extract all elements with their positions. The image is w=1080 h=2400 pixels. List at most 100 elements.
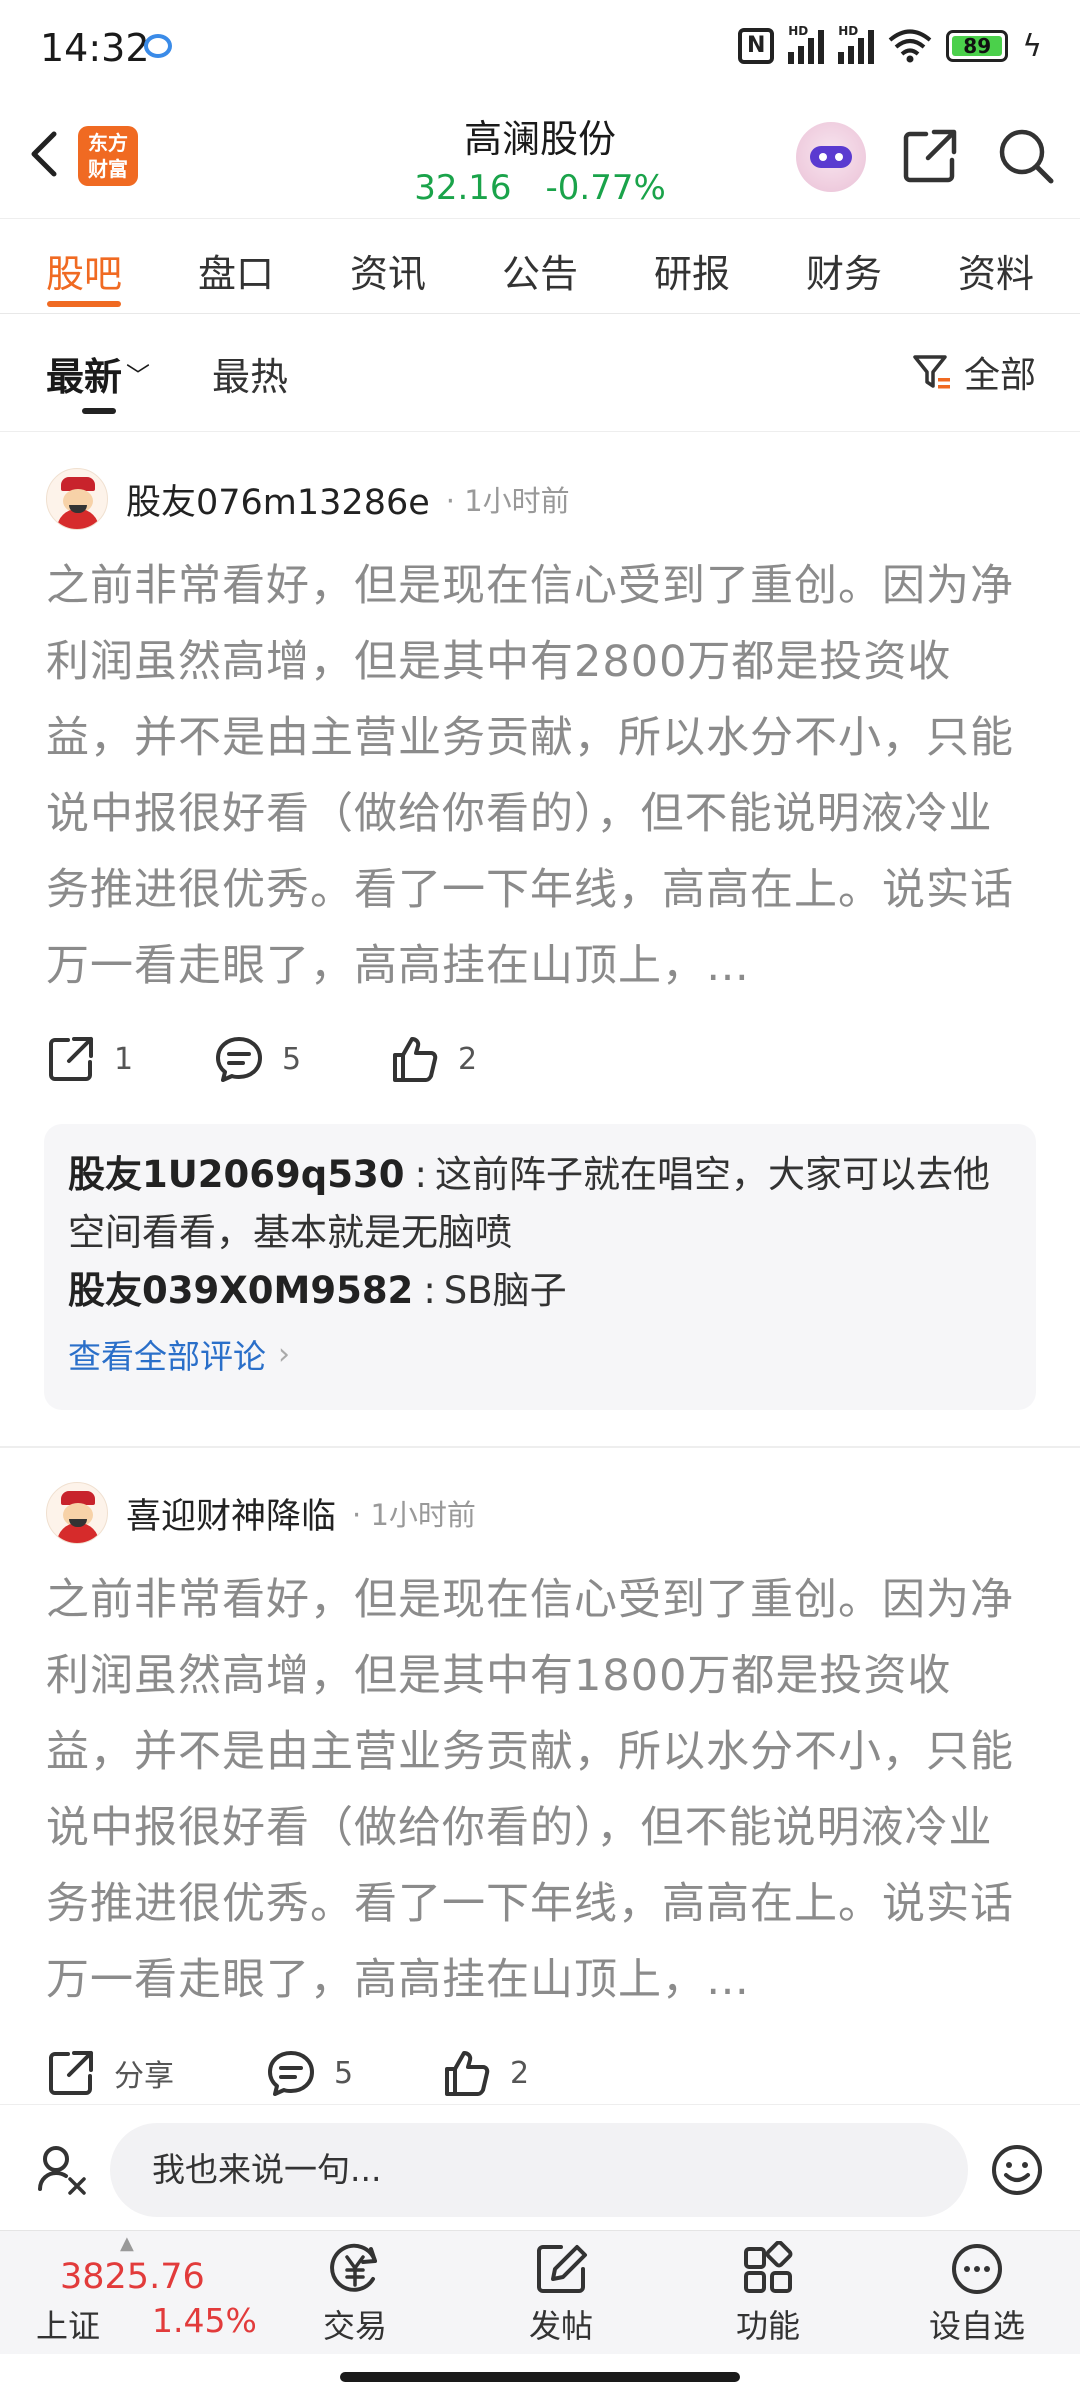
trade-icon (330, 2243, 377, 2292)
comment-separator: : (423, 1269, 436, 1312)
tab-finance[interactable]: 财务 (774, 219, 914, 313)
like-action[interactable]: 2 (442, 2048, 529, 2098)
tab-research[interactable]: 研报 (622, 219, 762, 313)
comment-count: 5 (282, 1041, 302, 1077)
nav-label: 交易 (322, 2307, 387, 2345)
tab-guba[interactable]: 股吧 (14, 219, 154, 313)
comments-preview: 股友1U2069q530: 这前阵子就在唱空，大家可以去他空间看看，基本就是无脑喷… (44, 1124, 1036, 1410)
comment-input[interactable]: 我也来说一句... (110, 2123, 968, 2217)
comment-input-bar: 我也来说一句... (0, 2104, 1080, 2230)
comment-action[interactable]: 5 (214, 1034, 390, 1084)
post-username[interactable]: 股友076m13286e (126, 474, 430, 525)
stock-change: -0.77% (545, 168, 666, 208)
thumbs-up-icon (393, 1037, 438, 1082)
comment-author[interactable]: 股友039X0M9582 (68, 1269, 413, 1312)
charging-icon: ϟ (1022, 28, 1042, 64)
comment-icon (216, 1037, 262, 1082)
battery-icon: 89 (946, 30, 1009, 62)
sort-bar: 最新 ﹀ 最热 全部 (0, 314, 1080, 432)
nav-trade[interactable]: 交易 (290, 2241, 420, 2347)
comment-separator: : (414, 1153, 427, 1196)
stock-price: 32.16 (414, 168, 512, 208)
share-action[interactable]: 分享 (46, 2048, 266, 2098)
share-icon (49, 1037, 93, 1081)
view-all-comments-link[interactable]: 查看全部评论 › (68, 1330, 1012, 1378)
index-change: 1.45% (152, 2301, 257, 2340)
wifi-icon (888, 29, 932, 63)
index-value: 3825.76 (60, 2257, 205, 2297)
status-bar: 14:32 N HD HD 89 ϟ (0, 0, 1080, 98)
home-indicator[interactable] (340, 2372, 740, 2382)
post-actions: 1 5 2 (46, 1034, 477, 1084)
status-icons: N HD HD 89 ϟ (738, 24, 1042, 64)
sort-latest[interactable]: 最新 ﹀ (46, 346, 150, 401)
comment-item[interactable]: 股友039X0M9582: SB脑子 (68, 1262, 1012, 1320)
sort-hot[interactable]: 最热 (212, 346, 288, 401)
post-divider (0, 1446, 1080, 1448)
index-name: 上证 (36, 2307, 101, 2345)
post-username[interactable]: 喜迎财神降临 (126, 1488, 336, 1539)
post-time-text: 1小时前 (370, 1498, 476, 1532)
share-action[interactable]: 1 (46, 1034, 214, 1084)
post-body[interactable]: 之前非常看好，但是现在信心受到了重创。因为净利润虽然高增，但是其中有2800万都… (46, 548, 1036, 1004)
comment-text: SB脑子 (443, 1269, 567, 1312)
nav-label: 发帖 (528, 2307, 593, 2345)
tab-announcements[interactable]: 公告 (470, 219, 610, 313)
view-all-label: 查看全部评论 (68, 1337, 266, 1376)
comment-action[interactable]: 5 (266, 2048, 442, 2098)
sort-indicator (82, 408, 116, 414)
nav-label: 功能 (735, 2307, 800, 2345)
chevron-down-icon: ﹀ (126, 362, 151, 390)
post-time-text: 1小时前 (464, 484, 570, 518)
share-count: 1 (114, 1041, 134, 1077)
post-header: 股友076m13286e · 1小时前 (46, 464, 570, 534)
nav-label: 设自选 (928, 2307, 1025, 2345)
emoji-icon[interactable] (990, 2143, 1044, 2197)
post-time: · 1小时前 (352, 1498, 476, 1532)
edit-icon (537, 2245, 587, 2293)
more-icon (952, 2244, 1002, 2294)
avatar[interactable] (46, 1482, 108, 1544)
nav-watchlist[interactable]: 设自选 (912, 2241, 1042, 2347)
post-time: · 1小时前 (445, 484, 570, 518)
nfc-icon: N (738, 28, 775, 64)
comment-icon (268, 2051, 314, 2096)
sort-latest-label: 最新 (46, 355, 123, 399)
comment-author[interactable]: 股友1U2069q530 (68, 1153, 405, 1196)
tab-profile[interactable]: 资料 (926, 219, 1066, 313)
notification-icon (144, 34, 172, 58)
tab-bar: 股吧 盘口 资讯 公告 研报 财务 资料 (0, 218, 1080, 314)
tab-pankou[interactable]: 盘口 (166, 219, 306, 313)
status-time: 14:32 (40, 26, 150, 70)
bottom-nav: ▲ 3825.76 上证 1.45% 交易 发帖 功能 设自选 (0, 2230, 1080, 2354)
nav-functions[interactable]: 功能 (703, 2241, 833, 2347)
filter-label: 全部 (963, 355, 1036, 396)
filter-icon (913, 355, 950, 389)
signal-icon: HD (838, 24, 875, 64)
signal-icon: HD (788, 24, 825, 64)
avatar[interactable] (46, 468, 108, 530)
share-label: 分享 (114, 2059, 174, 2094)
post-body[interactable]: 之前非常看好，但是现在信心受到了重创。因为净利润虽然高增，但是其中有1800万都… (46, 1562, 1036, 2018)
ai-assistant-icon[interactable] (796, 122, 866, 192)
post-actions: 分享 5 2 (46, 2048, 529, 2098)
like-count: 2 (510, 2055, 530, 2091)
comment-item[interactable]: 股友1U2069q530: 这前阵子就在唱空，大家可以去他空间看看，基本就是无脑喷 (68, 1146, 1012, 1262)
grid-icon (744, 2241, 793, 2293)
share-icon[interactable] (900, 126, 960, 186)
caret-up-icon: ▲ (120, 2233, 134, 2254)
search-icon[interactable] (996, 126, 1056, 186)
post-item[interactable]: 喜迎财神降临 · 1小时前 之前非常看好，但是现在信心受到了重创。因为净利润虽然… (0, 1478, 1080, 2098)
voice-input-icon[interactable] (36, 2143, 88, 2195)
like-action[interactable]: 2 (390, 1034, 477, 1084)
battery-level: 89 (952, 36, 1003, 56)
nav-post[interactable]: 发帖 (496, 2241, 626, 2347)
post-header: 喜迎财神降临 · 1小时前 (46, 1478, 476, 1548)
chevron-right-icon: › (278, 1336, 290, 1372)
tab-news[interactable]: 资讯 (318, 219, 458, 313)
comment-count: 5 (334, 2055, 354, 2091)
share-icon (49, 2051, 93, 2095)
like-count: 2 (458, 1041, 478, 1077)
filter-button[interactable]: 全部 (912, 346, 1036, 398)
stock-header: 东方 财富 高澜股份 32.16 -0.77% (0, 98, 1080, 218)
